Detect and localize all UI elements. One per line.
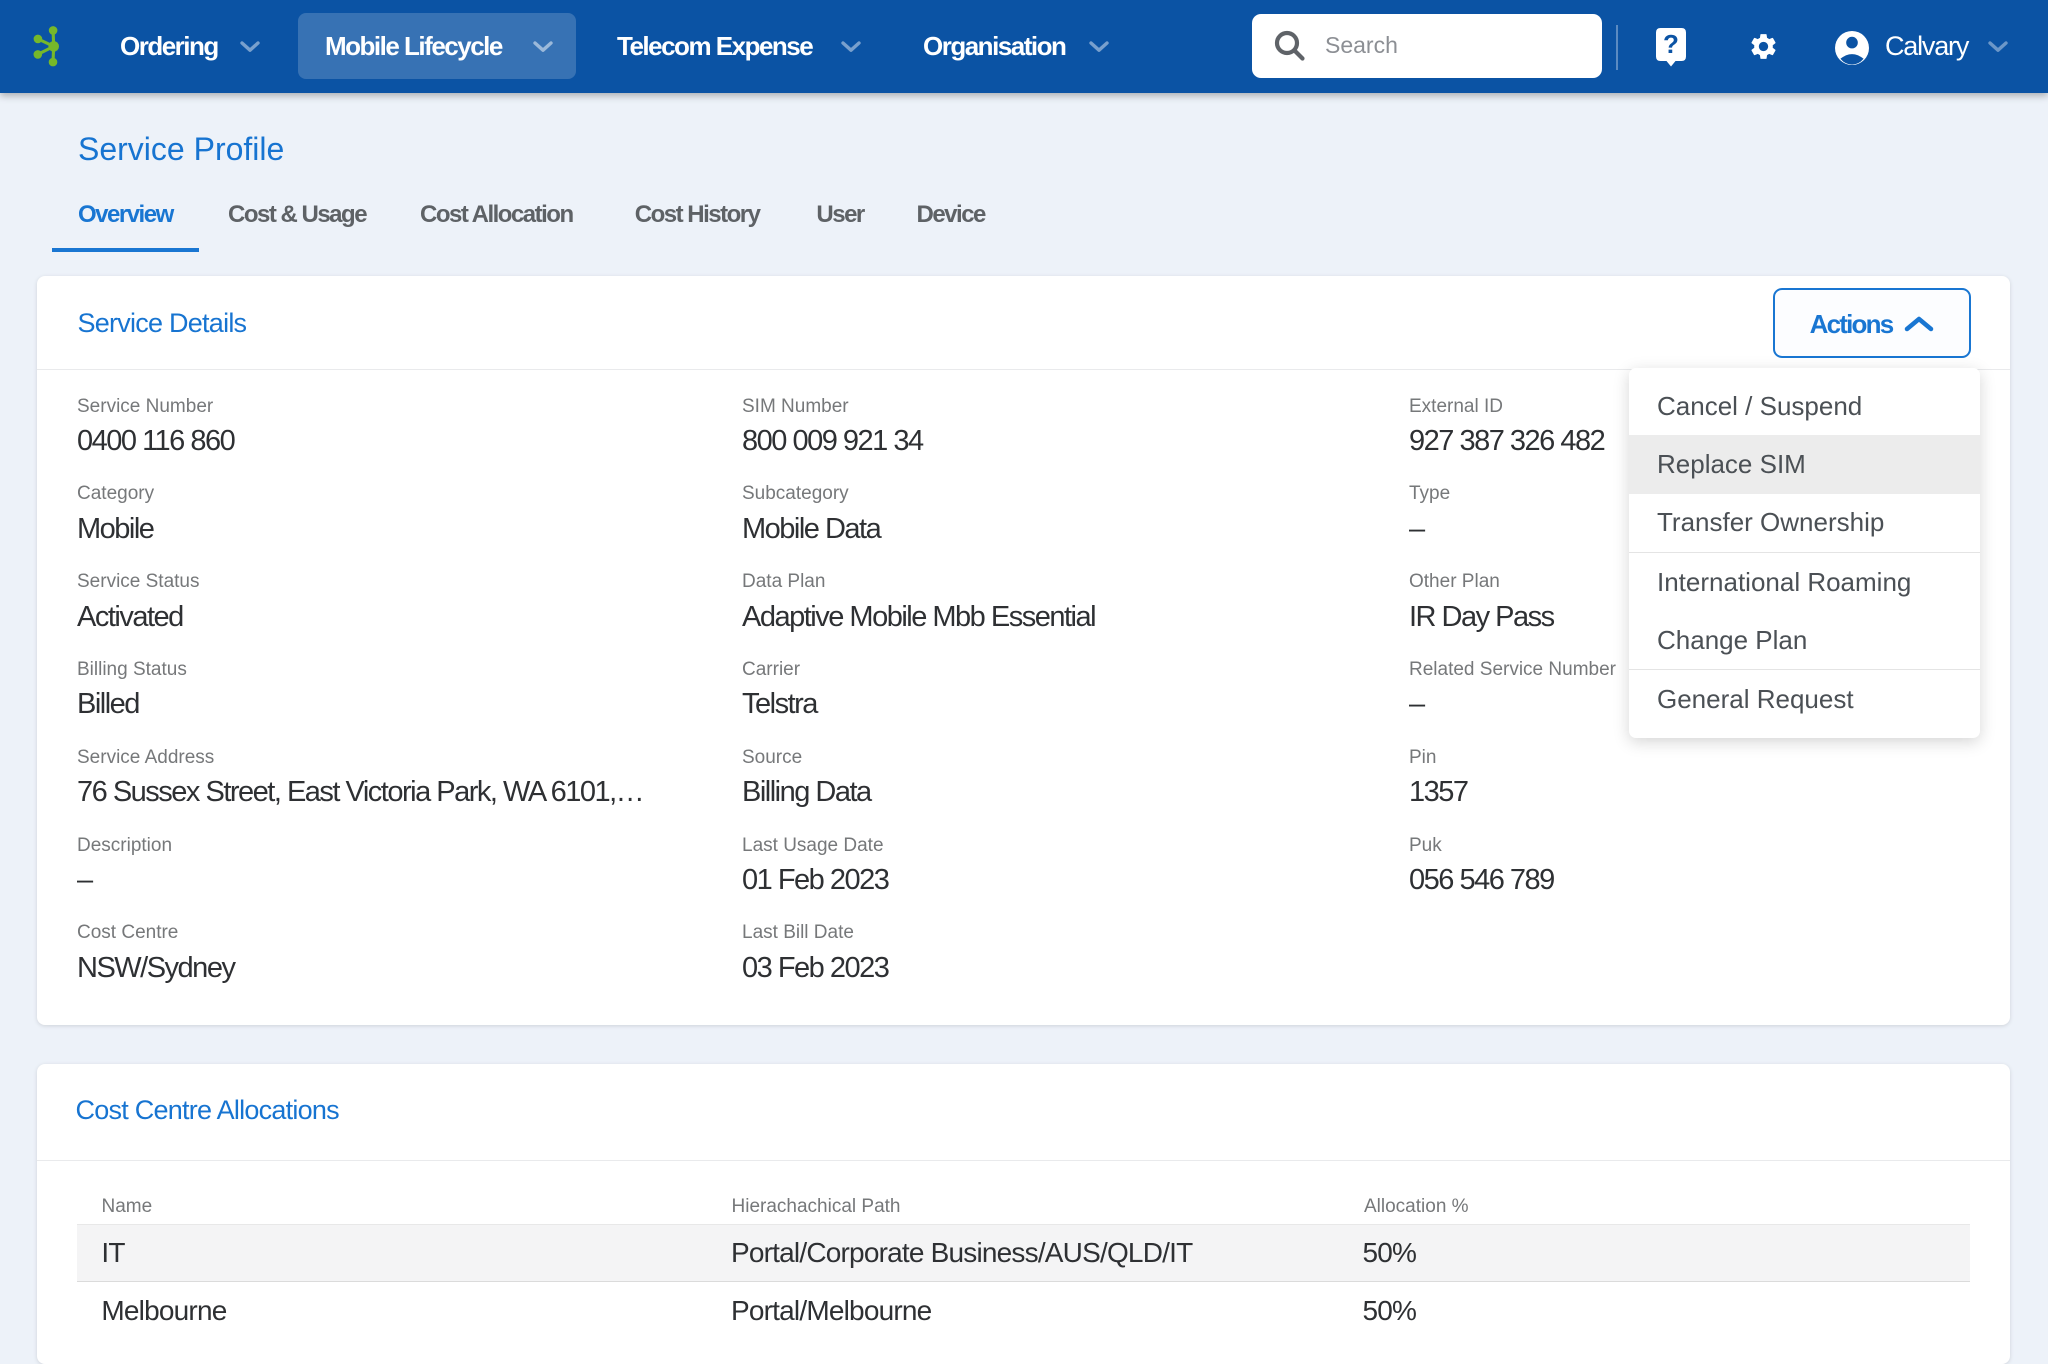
svg-text:?: ? [1663,29,1679,59]
